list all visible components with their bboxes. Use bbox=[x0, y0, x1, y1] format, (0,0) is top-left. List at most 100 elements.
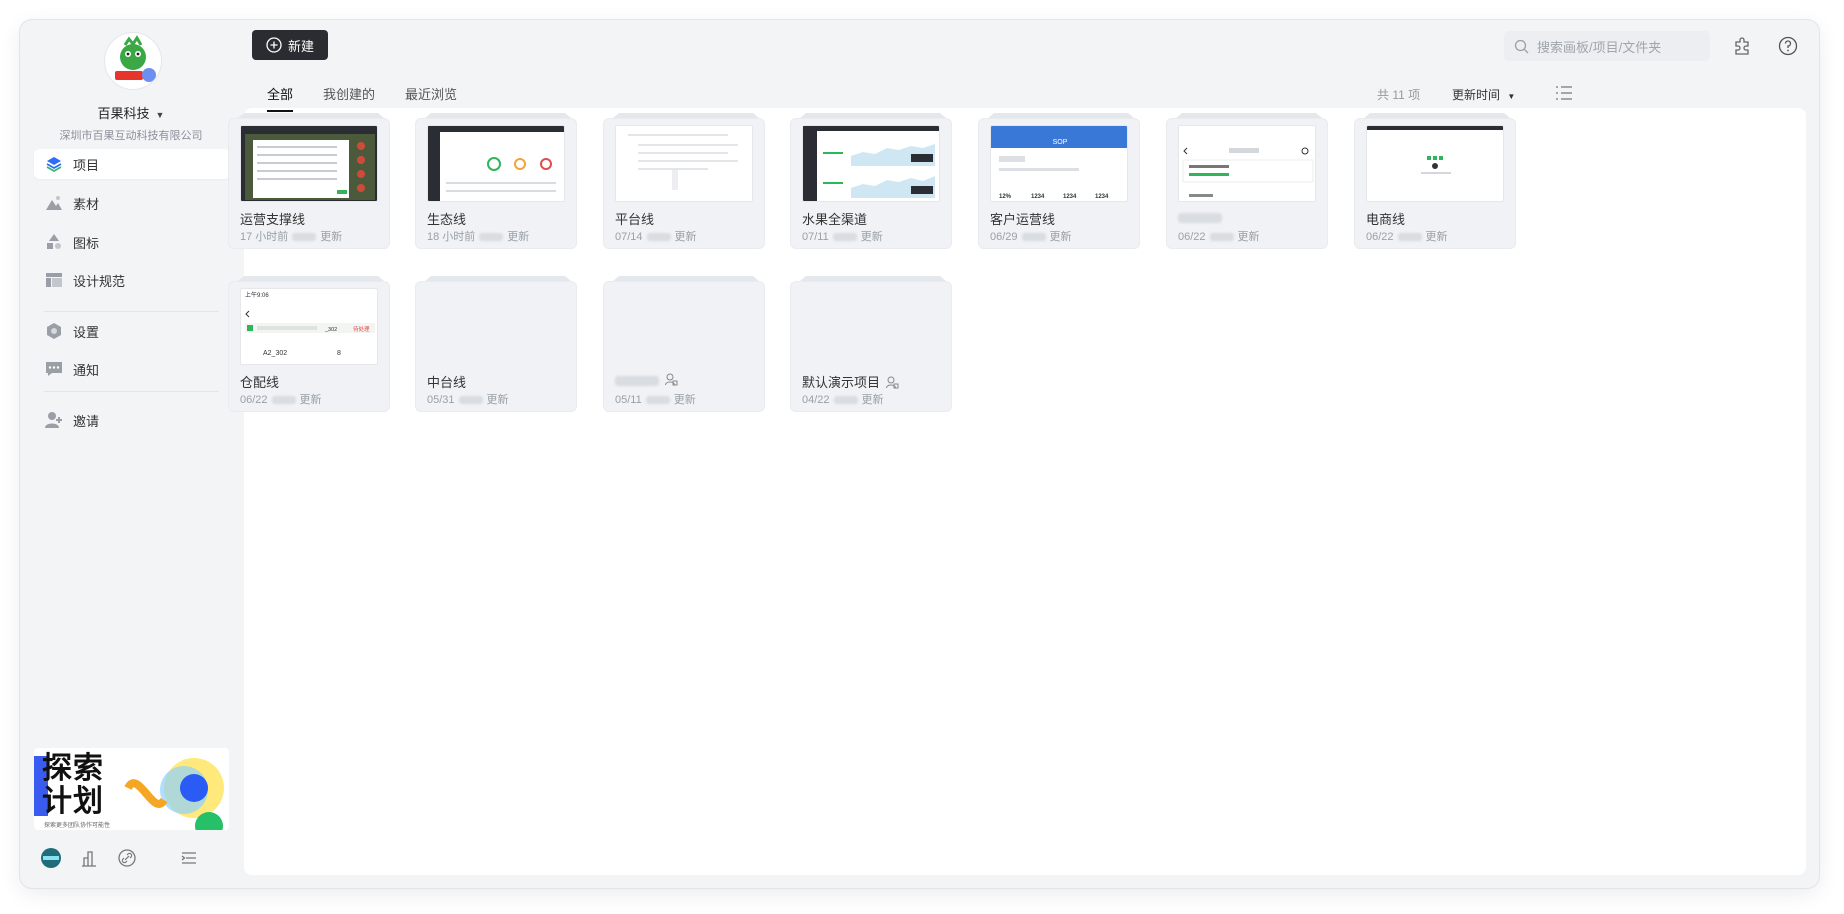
project-name bbox=[615, 372, 678, 387]
project-card[interactable]: 生态线 18 小时前 更新 bbox=[415, 112, 577, 249]
sidebar-item-settings[interactable]: 设置 bbox=[34, 316, 230, 346]
updated-label: 更新 bbox=[486, 394, 509, 406]
org-name: 百果科技 bbox=[97, 106, 150, 121]
svg-text:1234: 1234 bbox=[1031, 194, 1045, 200]
thumbnail-warehouse-mobile: 上午9:06 _302 待处理 A2_302 8 bbox=[241, 289, 377, 364]
banner-caption: 探索更多团队协作可能性 bbox=[44, 823, 111, 829]
svg-text:A2_302: A2_302 bbox=[263, 350, 287, 357]
project-name: 生态线 bbox=[427, 212, 467, 227]
sidebar-item-icons[interactable]: 图标 bbox=[34, 227, 230, 257]
sidebar-item-label: 图标 bbox=[73, 235, 100, 251]
shared-user-icon bbox=[886, 375, 899, 390]
project-card[interactable]: 中台线 05/31 更新 bbox=[415, 275, 577, 412]
thumbnail-analytics bbox=[428, 126, 564, 201]
project-thumbnail: 上午9:06 _302 待处理 A2_302 8 bbox=[240, 288, 378, 365]
org-logo[interactable] bbox=[104, 32, 162, 90]
project-name: 默认演示项目 bbox=[802, 372, 899, 391]
org-switcher[interactable]: 百果科技 ▼ bbox=[20, 103, 242, 122]
sort-label: 更新时间 bbox=[1452, 88, 1501, 102]
search-icon bbox=[1514, 39, 1529, 54]
sidebar-item-invite[interactable]: 邀请 bbox=[34, 405, 230, 435]
project-card[interactable]: 06/22 更新 bbox=[1166, 112, 1328, 249]
help-icon[interactable] bbox=[1776, 34, 1800, 58]
svg-text:1234: 1234 bbox=[1063, 194, 1077, 200]
redacted-user bbox=[479, 233, 504, 242]
thumbnail-document bbox=[616, 126, 752, 201]
sidebar-item-label: 设置 bbox=[73, 324, 100, 340]
svg-text:SOP: SOP bbox=[1053, 139, 1068, 146]
project-card[interactable]: 水果全渠道 07/11 更新 bbox=[790, 112, 952, 249]
updated-label: 更新 bbox=[860, 231, 883, 243]
project-updated-time: 07/11 bbox=[802, 231, 829, 243]
project-thumbnail: SOP 12% 1234 1234 1234 bbox=[990, 125, 1128, 202]
project-name: 平台线 bbox=[615, 212, 655, 227]
project-updated-time: 05/11 bbox=[615, 394, 642, 406]
svg-text:待处理: 待处理 bbox=[353, 325, 370, 333]
project-updated-time: 18 小时前 bbox=[427, 231, 476, 243]
project-card[interactable]: SOP 12% 1234 1234 1234 客户运营线 06/29 更新 bbox=[978, 112, 1140, 249]
project-card[interactable]: 默认演示项目 04/22 更新 bbox=[790, 275, 952, 412]
collapse-sidebar-icon[interactable] bbox=[178, 847, 200, 869]
sidebar-item-label: 通知 bbox=[73, 362, 100, 378]
link-icon[interactable] bbox=[116, 847, 138, 869]
svg-text:1234: 1234 bbox=[1095, 194, 1109, 200]
shared-user-icon bbox=[665, 372, 678, 387]
redacted-project-name bbox=[615, 375, 659, 386]
user-avatar[interactable] bbox=[40, 847, 62, 869]
redacted-user bbox=[646, 233, 671, 242]
redacted-user bbox=[832, 233, 857, 242]
layers-icon bbox=[44, 154, 64, 174]
tab-recent[interactable]: 最近浏览 bbox=[405, 84, 457, 112]
project-card[interactable]: 运营支撑线 17 小时前 更新 bbox=[228, 112, 390, 249]
thumbnail-chart-dashboard bbox=[803, 126, 939, 201]
tab-all[interactable]: 全部 bbox=[267, 84, 294, 112]
caret-down-icon: ▼ bbox=[155, 110, 165, 120]
project-updated-time: 07/14 bbox=[615, 231, 643, 243]
top-bar: 新建 搜索画板/项目/文件夹 bbox=[244, 20, 1819, 90]
new-button[interactable]: 新建 bbox=[252, 30, 328, 60]
updated-label: 更新 bbox=[299, 394, 322, 406]
updated-label: 更新 bbox=[1049, 231, 1072, 243]
project-card[interactable]: 平台线 07/14 更新 bbox=[603, 112, 765, 249]
thumbnail-empty-state bbox=[1367, 126, 1503, 201]
sidebar: 百果科技 ▼ 深圳市百果互动科技有限公司 项目 素材 图标 设计规范 设置 通知… bbox=[20, 20, 242, 888]
thumbnail-mobile-form bbox=[1179, 126, 1315, 201]
sidebar-item-materials[interactable]: 素材 bbox=[34, 188, 230, 218]
project-meta: 06/22 更新 bbox=[1178, 228, 1260, 244]
plus-circle-icon bbox=[266, 37, 282, 53]
updated-label: 更新 bbox=[673, 394, 696, 406]
project-meta: 05/31 更新 bbox=[427, 391, 509, 407]
redacted-user bbox=[271, 396, 296, 405]
project-card[interactable]: 上午9:06 _302 待处理 A2_302 8 仓配线 06/22 更新 bbox=[228, 275, 390, 412]
redacted-user bbox=[645, 396, 670, 405]
sidebar-item-label: 素材 bbox=[73, 196, 100, 212]
sidebar-item-projects[interactable]: 项目 bbox=[34, 149, 230, 179]
redacted-user bbox=[833, 396, 858, 405]
item-count: 共 11 项 bbox=[1377, 88, 1421, 102]
project-name: 水果全渠道 bbox=[802, 212, 868, 227]
project-meta: 17 小时前 更新 bbox=[240, 228, 342, 244]
project-updated-time: 04/22 bbox=[802, 394, 830, 406]
updated-label: 更新 bbox=[507, 231, 530, 243]
promo-banner[interactable]: 探索 计划 探索更多团队协作可能性 bbox=[34, 748, 229, 830]
tab-created-by-me[interactable]: 我创建的 bbox=[323, 84, 375, 112]
project-card[interactable]: 05/11 更新 bbox=[603, 275, 765, 412]
svg-text:12%: 12% bbox=[999, 194, 1012, 200]
org-subtitle: 深圳市百果互动科技有限公司 bbox=[59, 130, 203, 142]
thumbnail-mobile-sop: SOP 12% 1234 1234 1234 bbox=[991, 126, 1127, 201]
project-meta: 04/22 更新 bbox=[802, 391, 884, 407]
project-card[interactable]: 电商线 06/22 更新 bbox=[1354, 112, 1516, 249]
banner-title: 探索 计划 bbox=[42, 752, 104, 818]
sidebar-item-notifications[interactable]: 通知 bbox=[34, 354, 230, 384]
project-thumbnail bbox=[240, 125, 378, 202]
sort-dropdown[interactable]: 更新时间 ▼ bbox=[1452, 86, 1515, 103]
list-view-icon[interactable] bbox=[1554, 83, 1574, 108]
updated-label: 更新 bbox=[320, 231, 343, 243]
sidebar-item-design-spec[interactable]: 设计规范 bbox=[34, 265, 230, 295]
project-thumbnail bbox=[1366, 125, 1504, 202]
app-window: 百果科技 ▼ 深圳市百果互动科技有限公司 项目 素材 图标 设计规范 设置 通知… bbox=[20, 20, 1819, 888]
filter-tabs: 全部 我创建的 最近浏览 bbox=[267, 84, 487, 112]
statistics-icon[interactable] bbox=[78, 847, 100, 869]
plugin-icon[interactable] bbox=[1730, 34, 1754, 58]
search-input[interactable]: 搜索画板/项目/文件夹 bbox=[1504, 31, 1710, 61]
